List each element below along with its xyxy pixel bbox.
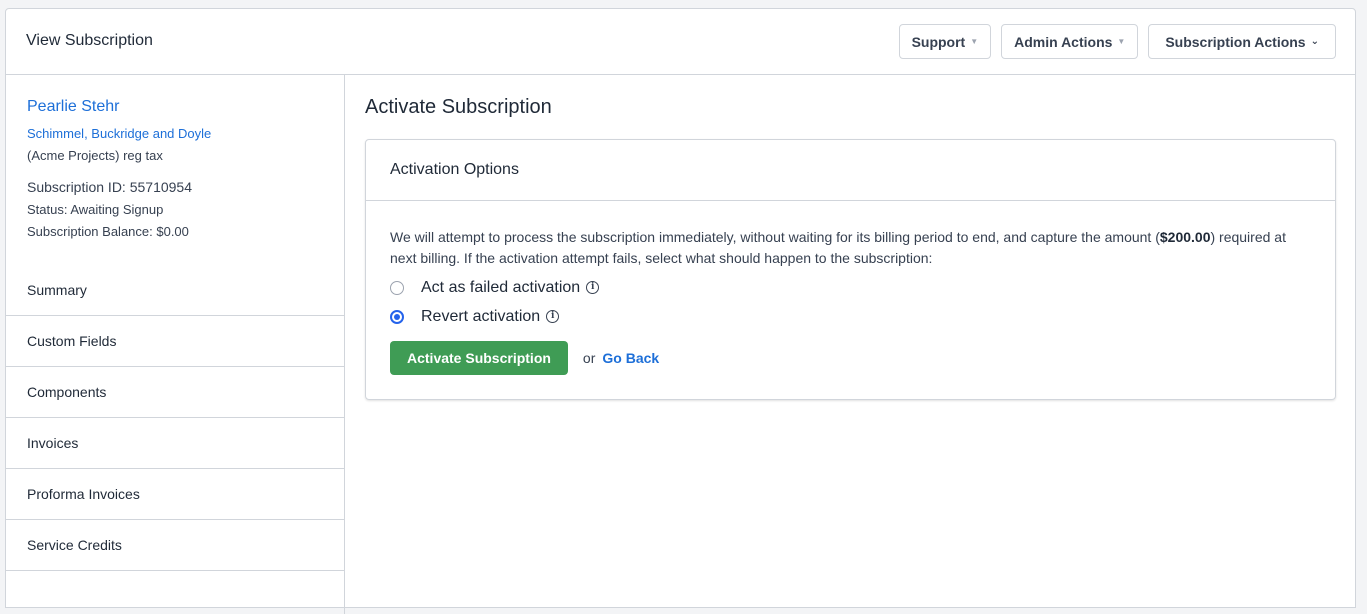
sidebar-nav: Summary Custom Fields Components Invoice… (6, 264, 344, 571)
support-dropdown-button[interactable]: Support ▼ (898, 24, 992, 59)
panel-body: We will attempt to process the subscript… (366, 201, 1335, 399)
subscription-actions-dropdown-button[interactable]: Subscription Actions ⌄ (1148, 24, 1336, 59)
activate-subscription-button[interactable]: Activate Subscription (390, 341, 568, 375)
radio-revert-activation[interactable] (390, 309, 404, 324)
option-failed-activation[interactable]: Act as failed activation i (390, 277, 1311, 298)
activation-description: We will attempt to process the subscript… (390, 227, 1311, 269)
billing-amount: $200.00 (1159, 229, 1211, 245)
sidebar-item-invoices[interactable]: Invoices (6, 418, 344, 469)
subscription-id: Subscription ID: 55710954 (27, 179, 192, 195)
option-revert-activation-label: Revert activation (421, 307, 541, 325)
activation-options-panel: Activation Options We will attempt to pr… (365, 139, 1336, 400)
sidebar-item-custom-fields[interactable]: Custom Fields (6, 316, 344, 367)
customer-plan: (Acme Projects) reg tax (27, 148, 163, 163)
option-revert-activation[interactable]: Revert activation i (390, 306, 1311, 327)
radio-failed-activation[interactable] (390, 280, 404, 295)
header-bar: View Subscription Support ▼ Admin Action… (6, 9, 1355, 75)
admin-actions-dropdown-button[interactable]: Admin Actions ▼ (1001, 24, 1139, 59)
subscription-actions-button-label: Subscription Actions (1165, 33, 1306, 50)
or-separator: or (582, 350, 596, 366)
sidebar-item-service-credits[interactable]: Service Credits (6, 520, 344, 571)
header-actions: Support ▼ Admin Actions ▼ Subscription A… (898, 24, 1336, 59)
sidebar-item-summary[interactable]: Summary (6, 264, 344, 316)
info-icon[interactable]: i (546, 310, 560, 323)
customer-info: Pearlie Stehr Schimmel, Buckridge and Do… (6, 74, 344, 239)
subscription-status: Status: Awaiting Signup (27, 202, 164, 217)
section-title: Activate Subscription (365, 96, 552, 118)
admin-actions-button-label: Admin Actions (1014, 33, 1113, 50)
info-icon[interactable]: i (586, 281, 600, 294)
go-back-link[interactable]: Go Back (602, 350, 659, 366)
customer-name-link[interactable]: Pearlie Stehr (27, 98, 323, 116)
support-button-label: Support (911, 33, 966, 50)
sidebar-item-components[interactable]: Components (6, 367, 344, 418)
chevron-down-icon: ⌄ (1310, 36, 1319, 47)
option-failed-activation-label: Act as failed activation (421, 278, 581, 296)
sidebar: Pearlie Stehr Schimmel, Buckridge and Do… (6, 74, 345, 614)
page-title: View Subscription (26, 32, 153, 49)
sidebar-item-proforma-invoices[interactable]: Proforma Invoices (6, 469, 344, 520)
app-window: View Subscription Support ▼ Admin Action… (5, 8, 1356, 614)
panel-title: Activation Options (366, 140, 1335, 201)
caret-down-icon: ▼ (970, 37, 979, 46)
description-text-start: We will attempt to process the subscript… (390, 229, 1160, 245)
subscription-balance: Subscription Balance: $0.00 (27, 224, 189, 239)
caret-down-icon: ▼ (1117, 37, 1126, 46)
main-content: Activate Subscription Activation Options… (365, 74, 1336, 400)
customer-company-link[interactable]: Schimmel, Buckridge and Doyle (27, 126, 323, 141)
form-actions: Activate Subscription or Go Back (390, 341, 1311, 375)
